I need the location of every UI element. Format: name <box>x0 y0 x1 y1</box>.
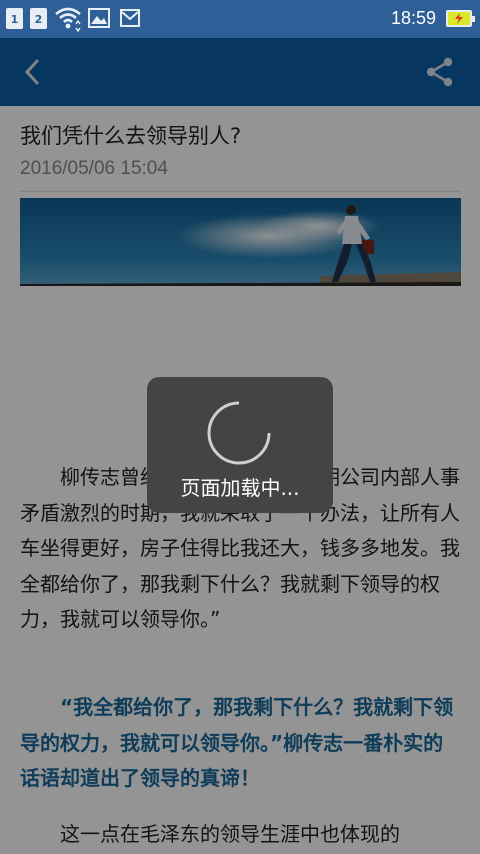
battery-charging-icon <box>446 10 475 27</box>
loading-text: 页面加载中... <box>180 476 300 500</box>
loading-spinner-icon <box>207 401 271 465</box>
wifi-icon <box>55 7 81 32</box>
status-bar: 1 2 18:59 <box>0 0 480 38</box>
status-time: 18:59 <box>390 8 436 28</box>
sim-2-icon: 2 <box>30 8 47 29</box>
sim-1-icon: 1 <box>6 8 23 29</box>
image-icon <box>88 8 110 28</box>
loading-toast: 页面加载中... <box>147 377 333 513</box>
mail-icon <box>120 9 140 27</box>
